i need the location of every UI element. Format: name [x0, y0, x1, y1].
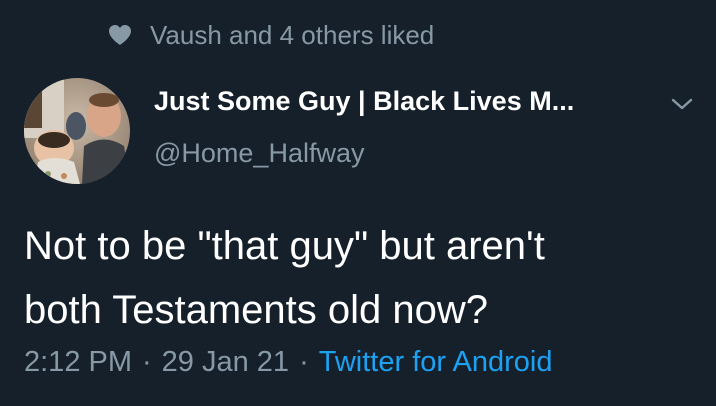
tweet-time[interactable]: 2:12 PM	[24, 346, 132, 379]
author-handle[interactable]: @Home_Halfway	[154, 138, 364, 169]
tweet-source-link[interactable]: Twitter for Android	[319, 346, 553, 379]
tweet-date[interactable]: 29 Jan 21	[162, 346, 289, 379]
separator-dot: ·	[299, 345, 309, 378]
tweet-text-line: Not to be "that guy" but aren't	[24, 224, 545, 268]
separator-dot: ·	[142, 345, 152, 378]
social-context-text: Vaush and 4 others liked	[150, 19, 435, 50]
tweet-detail: Vaush and 4 others liked Just Some Guy |…	[0, 0, 716, 406]
heart-icon	[109, 25, 131, 45]
tweet-text: Not to be "that guy" but aren't both Tes…	[24, 214, 704, 342]
profile-photo	[24, 78, 130, 184]
tweet-meta: 2:12 PM · 29 Jan 21 · Twitter for Androi…	[24, 342, 552, 382]
tweet-text-line: both Testaments old now?	[24, 288, 489, 332]
chevron-down-icon[interactable]	[670, 94, 694, 114]
social-context[interactable]: Vaush and 4 others liked	[108, 18, 434, 52]
avatar[interactable]	[24, 78, 130, 184]
author-name[interactable]: Just Some Guy | Black Lives M...	[154, 86, 644, 117]
